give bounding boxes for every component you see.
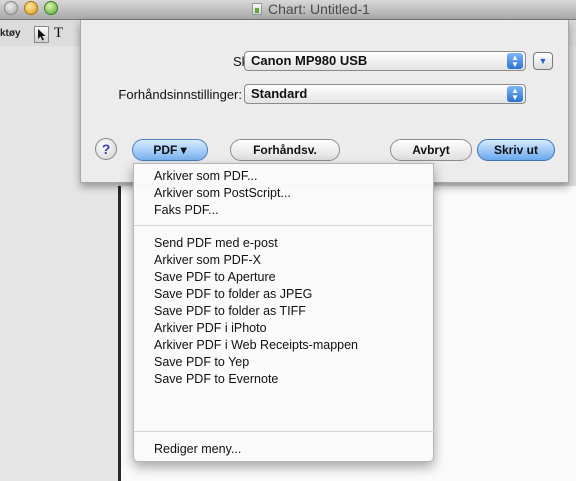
menu-item-save-as-tiff[interactable]: Save PDF to folder as TIFF [154, 303, 306, 319]
menu-item-save-as-pdf[interactable]: Arkiver som PDF... [154, 168, 258, 184]
arrow-pointer-icon[interactable] [34, 26, 49, 43]
popup-stepper-icon: ▲ ▼ [507, 86, 523, 102]
document-proxy-icon[interactable] [252, 3, 262, 15]
toolbar: ktøy T [0, 20, 80, 46]
menu-item-save-to-web-receipts[interactable]: Arkiver PDF i Web Receipts-mappen [154, 337, 358, 353]
presets-label: Forhåndsinnstillinger: [118, 87, 242, 102]
presets-popup[interactable]: Standard ▲ ▼ [244, 84, 526, 104]
printer-value: Canon MP980 USB [251, 53, 368, 68]
text-tool-icon[interactable]: T [51, 26, 66, 43]
menu-item-save-as-pdf-x[interactable]: Arkiver som PDF-X [154, 252, 261, 268]
menu-separator [134, 225, 435, 226]
window-titlebar: Chart: Untitled-1 [0, 0, 576, 20]
help-button[interactable]: ? [95, 138, 117, 160]
menu-item-save-to-yep[interactable]: Save PDF to Yep [154, 354, 249, 370]
menu-item-save-as-jpeg[interactable]: Save PDF to folder as JPEG [154, 286, 312, 302]
menu-item-save-to-aperture[interactable]: Save PDF to Aperture [154, 269, 276, 285]
menu-item-save-as-postscript[interactable]: Arkiver som PostScript... [154, 185, 291, 201]
menu-separator [134, 431, 435, 432]
pdf-menu-button[interactable]: PDF ▾ [132, 139, 208, 161]
print-button[interactable]: Skriv ut [477, 139, 555, 161]
printer-popup[interactable]: Canon MP980 USB ▲ ▼ [244, 51, 526, 71]
zoom-window-icon[interactable] [44, 1, 58, 15]
menu-item-save-to-evernote[interactable]: Save PDF to Evernote [154, 371, 278, 387]
window-title: Chart: Untitled-1 [268, 1, 370, 17]
popup-stepper-icon: ▲ ▼ [507, 53, 523, 69]
pdf-dropdown-menu: Arkiver som PDF... Arkiver som PostScrip… [133, 163, 435, 462]
menu-item-save-to-iphoto[interactable]: Arkiver PDF i iPhoto [154, 320, 267, 336]
minimize-window-icon[interactable] [24, 1, 38, 15]
print-sheet: Skriver: Canon MP980 USB ▲▼ ▼ Forhåndsin… [80, 20, 569, 183]
close-window-icon[interactable] [4, 1, 18, 15]
cancel-button[interactable]: Avbryt [390, 139, 472, 161]
disclosure-triangle-icon[interactable]: ▼ [533, 52, 553, 70]
menu-item-edit-menu[interactable]: Rediger meny... [154, 441, 241, 457]
menu-item-mail-pdf[interactable]: Send PDF med e-post [154, 235, 278, 251]
preview-button[interactable]: Forhåndsv. [230, 139, 340, 161]
presets-value: Standard [251, 86, 308, 101]
menu-item-fax-pdf[interactable]: Faks PDF... [154, 202, 219, 218]
toolbar-label: ktøy [0, 28, 21, 39]
